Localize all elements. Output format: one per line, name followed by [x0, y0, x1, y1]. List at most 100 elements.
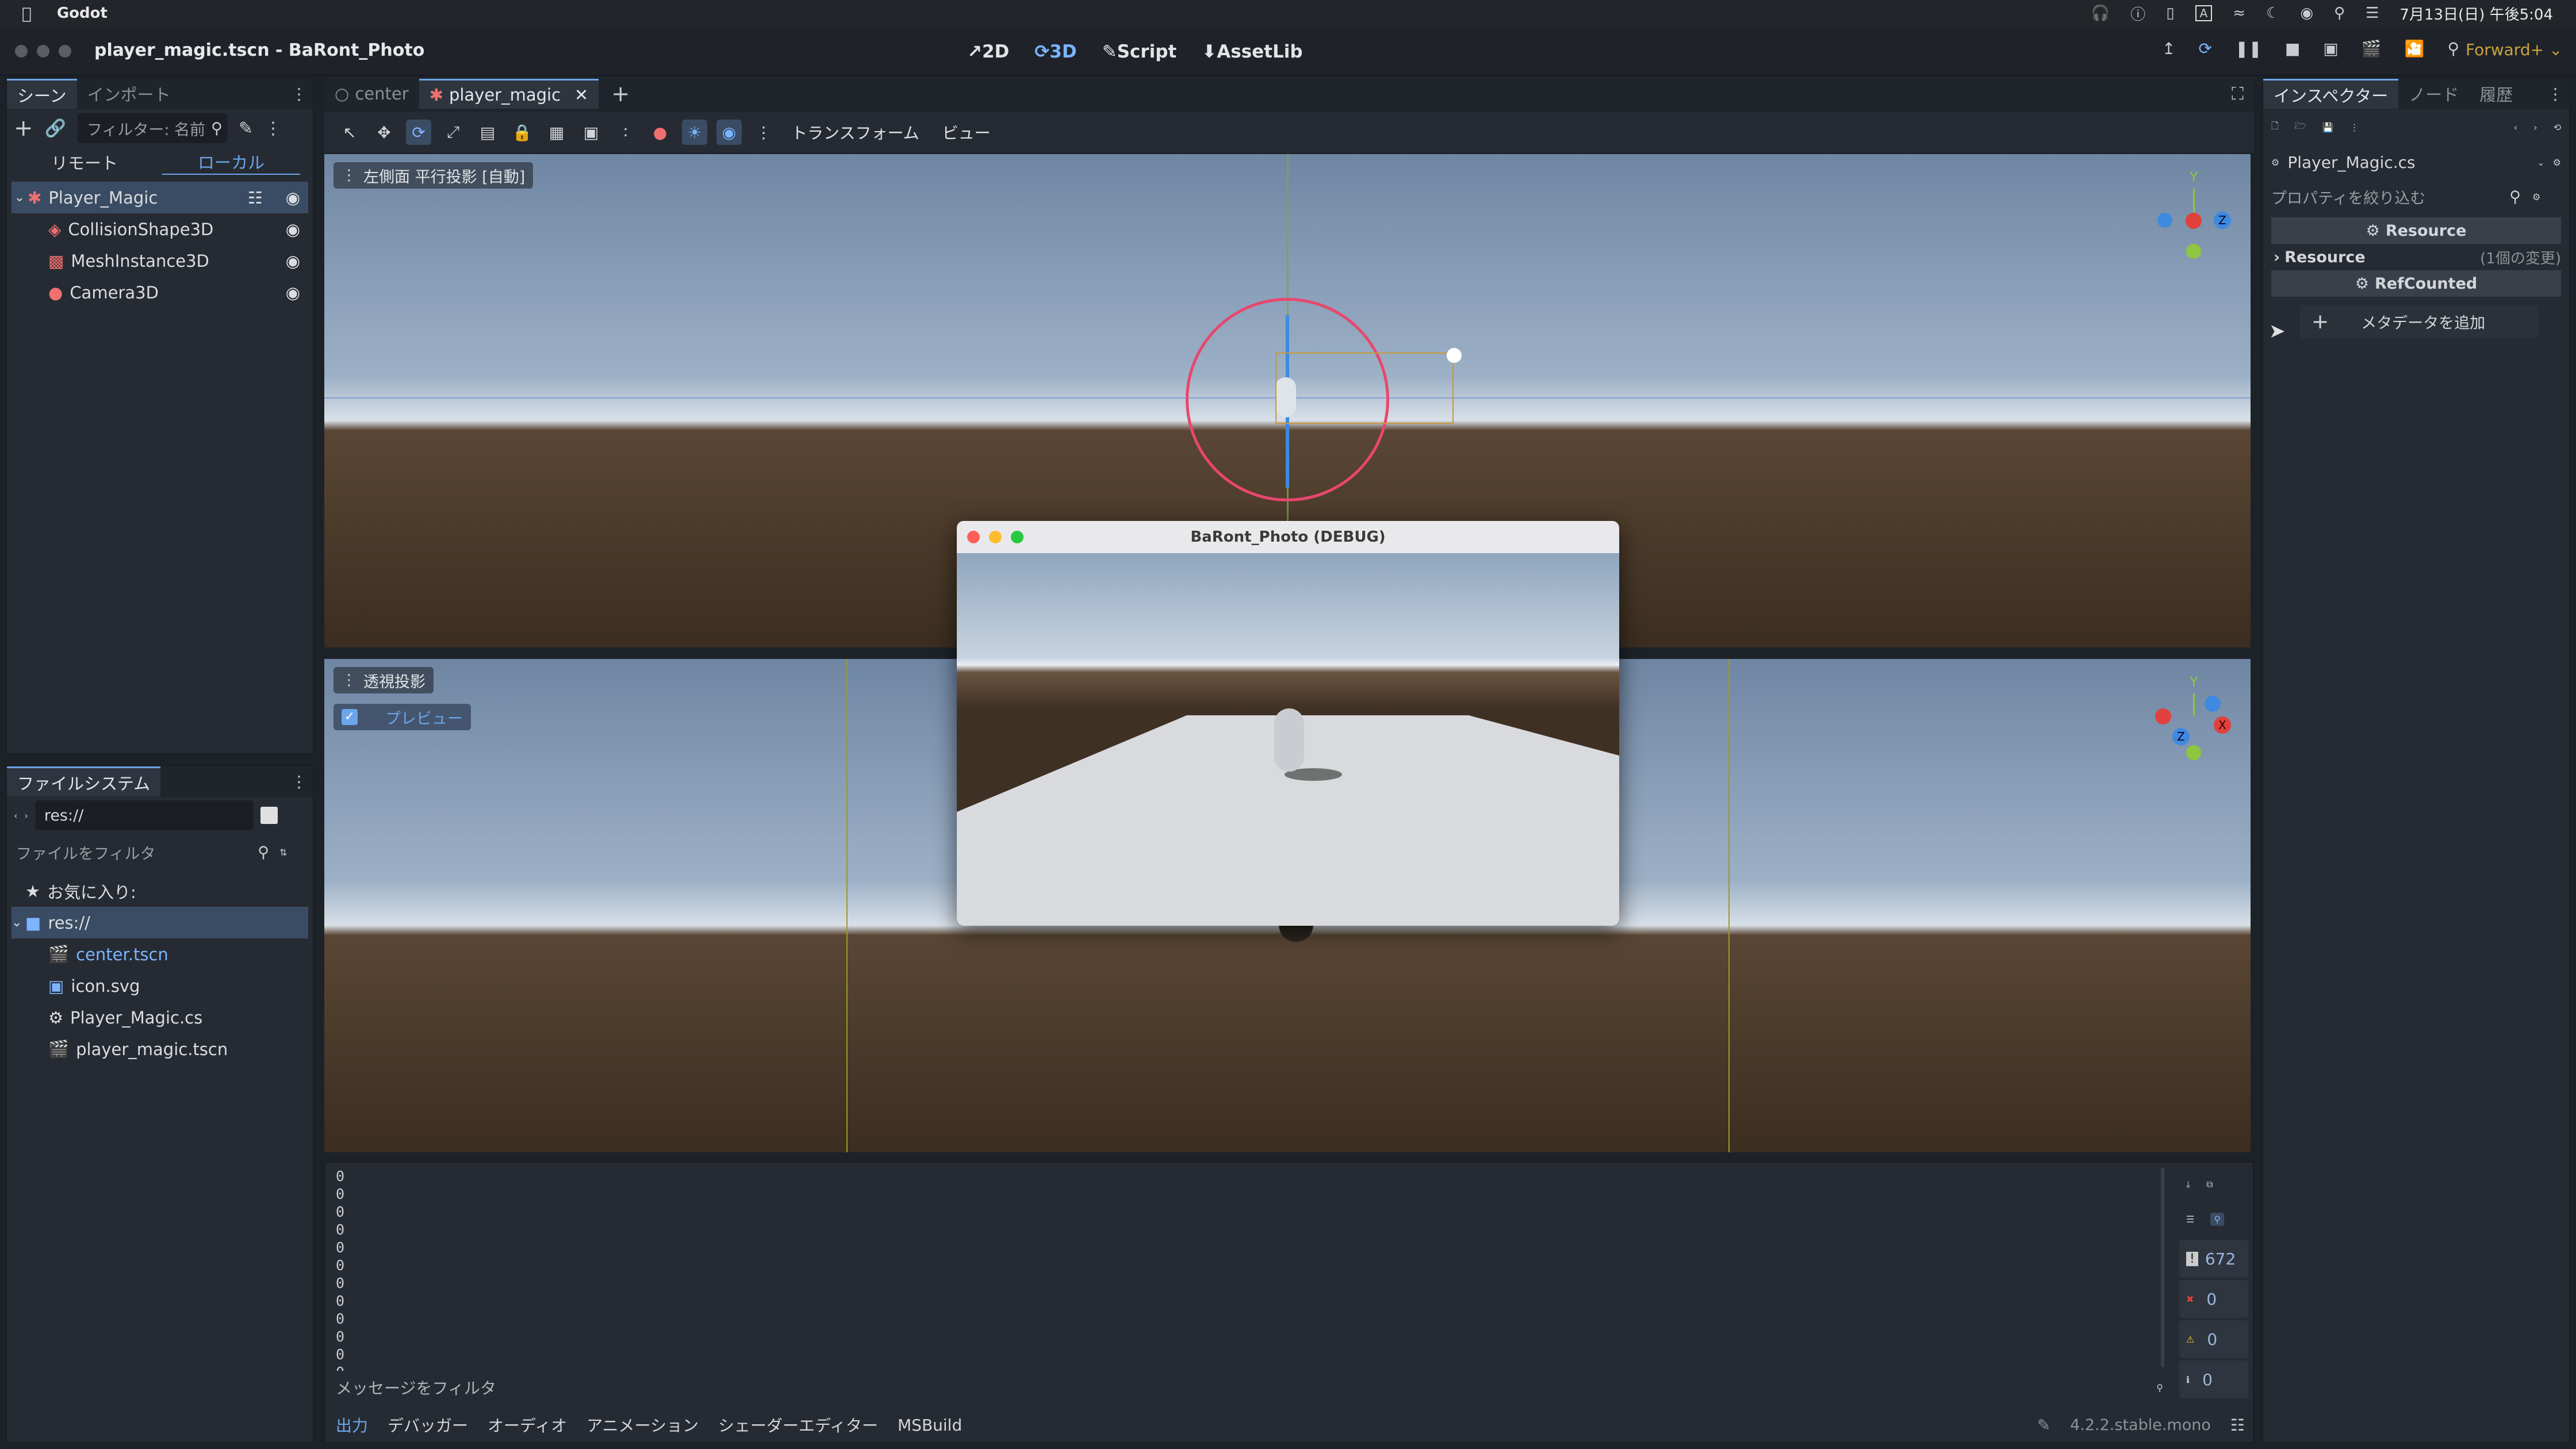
- rotate-tool-icon[interactable]: ⟳: [406, 120, 431, 145]
- filter-warnings-toggle[interactable]: ⚠ 0: [2179, 1320, 2248, 1358]
- remote-tab[interactable]: リモート: [7, 150, 162, 174]
- camera-icon[interactable]: ●: [647, 120, 673, 145]
- scene-tree-item-player-magic[interactable]: ⌄ ✱ Player_Magic ☷ ◉: [12, 182, 308, 213]
- chevron-down-icon[interactable]: ⌄: [2537, 157, 2544, 168]
- search-icon[interactable]: ⚲: [2210, 1212, 2225, 1226]
- dock-menu-icon[interactable]: ⋮: [291, 772, 307, 791]
- remote-deploy-icon[interactable]: ▣: [2323, 39, 2338, 58]
- scene-tab-center[interactable]: ○ center: [324, 79, 419, 109]
- mode-assetlib-button[interactable]: ⬇AssetLib: [1202, 41, 1302, 62]
- collapse-icon[interactable]: ☰: [2186, 1214, 2194, 1225]
- minimize-window-button[interactable]: [37, 45, 49, 57]
- scale-tool-icon[interactable]: ⤢: [440, 120, 466, 145]
- axis-neg-z-dot[interactable]: [2205, 696, 2221, 712]
- filter-info-toggle[interactable]: ℹ0: [2179, 1360, 2248, 1398]
- control-center-icon[interactable]: ☰: [2366, 5, 2379, 22]
- file-item-player-magic-cs[interactable]: ⚙ Player_Magic.cs: [12, 1002, 308, 1033]
- more-icon[interactable]: ⋮: [751, 120, 776, 145]
- file-filter-input[interactable]: ファイルをフィルタ ⚲: [14, 837, 273, 867]
- user-icon[interactable]: ◉: [2300, 5, 2313, 22]
- file-item-center-tscn[interactable]: 🎬 center.tscn: [12, 938, 308, 970]
- menubar-clock[interactable]: 7月13日(日) 午後5:04: [2399, 3, 2553, 24]
- axis-gizmo[interactable]: Y Z: [2153, 166, 2233, 259]
- tab-scene[interactable]: シーン: [7, 79, 77, 109]
- back-icon[interactable]: ‹: [14, 810, 17, 821]
- wifi-icon[interactable]: ≈: [2233, 5, 2245, 22]
- scene-tree-item-collisionshape3d[interactable]: ◈ CollisionShape3D ◉: [12, 213, 308, 245]
- favorites-item[interactable]: ★ お気に入り:: [12, 875, 308, 907]
- path-input[interactable]: res://: [34, 800, 254, 830]
- link-icon[interactable]: 🔗: [45, 118, 66, 139]
- dock-menu-icon[interactable]: ⋮: [2547, 85, 2563, 103]
- section-refcounted-header[interactable]: ⚙ RefCounted: [2271, 270, 2561, 297]
- checkbox-checked-icon[interactable]: ✓: [342, 709, 358, 725]
- scene-tree-item-meshinstance3d[interactable]: ▩ MeshInstance3D ◉: [12, 245, 308, 277]
- axis-neg-x-dot[interactable]: [2155, 708, 2171, 724]
- local-tab[interactable]: ローカル: [162, 150, 300, 175]
- tab-import[interactable]: インポート: [77, 79, 181, 109]
- object-properties-icon[interactable]: ⚙: [2553, 157, 2561, 168]
- property-filter-input[interactable]: プロパティを絞り込む ⚲: [2271, 182, 2524, 212]
- tab-node[interactable]: ノード: [2398, 79, 2469, 109]
- visibility-icon[interactable]: ◉: [286, 188, 300, 208]
- remote-debug-icon[interactable]: ↥: [2162, 39, 2175, 58]
- camera-gizmo-icon[interactable]: ●: [1446, 343, 1463, 366]
- tab-shader-editor[interactable]: シェーダーエディター: [718, 1413, 878, 1436]
- view-menu[interactable]: ビュー: [942, 121, 991, 144]
- version-label[interactable]: 4.2.2.stable.mono: [2070, 1416, 2211, 1434]
- battery-icon[interactable]: ▯: [2166, 5, 2174, 22]
- axis-x-dot[interactable]: [2186, 213, 2202, 229]
- tab-animation[interactable]: アニメーション: [586, 1413, 699, 1436]
- viewport-menu-button[interactable]: ⋮ 左側面 平行投影 [自動]: [334, 162, 534, 189]
- layout-toggle-icon[interactable]: ☷: [2230, 1416, 2245, 1435]
- axis-neg-y-dot[interactable]: [2186, 244, 2201, 259]
- settings-icon[interactable]: ⚙: [2532, 191, 2540, 202]
- mode-2d-button[interactable]: ↗2D: [967, 41, 1009, 62]
- collapse-arrow-icon[interactable]: ⌄: [12, 915, 25, 930]
- resource-path-row[interactable]: ⚙ Player_Magic.cs ⌄ ⚙: [2263, 145, 2569, 179]
- file-item-player-magic-tscn[interactable]: 🎬 player_magic.tscn: [12, 1033, 308, 1065]
- axis-gizmo[interactable]: Y X Z: [2153, 670, 2233, 760]
- search-icon[interactable]: ⚲: [2334, 5, 2345, 22]
- axis-z-label[interactable]: Z: [2214, 212, 2231, 229]
- movie-maker-icon[interactable]: ⚲: [2448, 39, 2460, 58]
- folder-res-root[interactable]: ⌄ ■ res://: [12, 907, 308, 938]
- close-window-button[interactable]: [15, 45, 28, 57]
- history-icon[interactable]: ⟲: [2554, 122, 2561, 133]
- stop-icon[interactable]: ■: [2285, 39, 2300, 58]
- axis-neg-z-dot[interactable]: [2157, 213, 2172, 228]
- axis-z-label[interactable]: Z: [2172, 728, 2190, 745]
- distraction-free-icon[interactable]: ⛶: [2232, 84, 2244, 104]
- transform-menu[interactable]: トランスフォーム: [791, 121, 919, 144]
- renderer-select[interactable]: Forward+ ⌄: [2466, 40, 2562, 59]
- dock-menu-icon[interactable]: ⋮: [291, 85, 307, 103]
- add-tab-icon[interactable]: +: [611, 81, 630, 106]
- filter-errors-toggle[interactable]: ✖ 0: [2179, 1280, 2248, 1318]
- scene-menu-icon[interactable]: ⋮: [264, 118, 282, 139]
- axis-neg-y-dot[interactable]: [2186, 745, 2201, 760]
- apple-icon[interactable]: : [22, 4, 32, 23]
- section-resource-header[interactable]: ⚙ Resource: [2271, 217, 2561, 244]
- split-view-icon[interactable]: [260, 807, 278, 824]
- mode-script-button[interactable]: ✎Script: [1102, 41, 1177, 62]
- tab-audio[interactable]: オーディオ: [488, 1413, 567, 1436]
- input-source-icon[interactable]: A: [2195, 5, 2213, 21]
- filter-messages-toggle[interactable]: ! 672: [2179, 1240, 2248, 1278]
- reload-icon[interactable]: ⟳: [2198, 39, 2211, 58]
- zoom-window-button[interactable]: [59, 45, 71, 57]
- tab-inspector[interactable]: インスペクター: [2263, 79, 2399, 109]
- add-metadata-button[interactable]: + メタデータを追加: [2300, 305, 2538, 338]
- output-scrollbar[interactable]: [2161, 1167, 2164, 1367]
- sun-icon[interactable]: ☀: [682, 120, 707, 145]
- property-resource-row[interactable]: › Resource (1個の変更): [2271, 244, 2561, 270]
- tab-history[interactable]: 履歴: [2469, 79, 2523, 109]
- forward-icon[interactable]: ›: [24, 810, 28, 821]
- history-forward-icon[interactable]: ›: [2533, 122, 2537, 133]
- scene-tab-player-magic[interactable]: ✱ player_magic ✕: [419, 79, 599, 109]
- copy-icon[interactable]: ⧉: [2206, 1179, 2213, 1190]
- scroll-lock-icon[interactable]: ⤓: [2186, 1179, 2190, 1190]
- axis-x-label[interactable]: X: [2214, 716, 2231, 734]
- menubar-app-name[interactable]: Godot: [57, 5, 108, 22]
- debug-game-window[interactable]: BaRont_Photo (DEBUG): [957, 521, 1619, 926]
- move-tool-icon[interactable]: ✥: [371, 120, 397, 145]
